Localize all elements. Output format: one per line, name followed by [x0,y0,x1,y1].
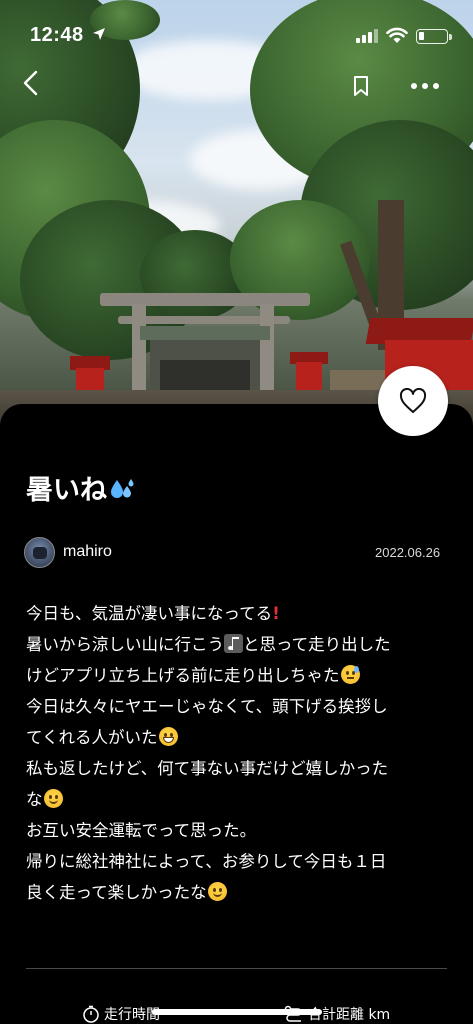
body-line: 暑いから涼しい山に行こう と思って走り出した [26,634,391,654]
like-button[interactable] [378,366,448,436]
stopwatch-icon [83,1005,99,1023]
bookmark-icon [354,76,368,96]
body-line: けどアプリ立ち上げる前に走り出しちゃた [26,660,454,691]
home-indicator[interactable] [152,1009,322,1015]
body-line: 今日も、気温が凄い事になってる! [26,604,280,623]
author-name[interactable]: mahiro [63,543,112,561]
sweat-smile-emoji-icon [340,665,360,684]
body-line: な [26,784,454,815]
post-date: 2022.06.26 [375,545,441,560]
section-divider [26,968,447,969]
location-arrow-icon [93,28,105,40]
bookmark-button[interactable] [350,74,372,98]
music-note-icon [224,634,243,653]
body-line: 良く走って楽しかったな [26,877,454,908]
smile-emoji-icon [207,882,227,901]
body-line: てくれる人がいた [26,722,454,753]
battery-icon [416,29,448,44]
smile-emoji-icon [43,789,63,808]
wifi-icon [386,27,408,43]
chevron-left-icon [23,70,38,96]
body-line: お互い安全運転でって思った。 [26,821,257,840]
sweat-droplets-icon [111,479,134,498]
status-bar: 12:48 [0,0,473,56]
author-avatar[interactable] [24,537,55,568]
hero-photo [0,0,473,430]
post-body: 今日も、気温が凄い事になってる! 暑いから涼しい山に行こう と思って走り出した け… [26,598,454,908]
back-button[interactable] [14,66,48,100]
body-line: 私も返したけど、何て事ない事だけど嬉しかった [26,759,389,778]
body-line: 今日は久々にヤエーじゃなくて、頭下げる挨拶し [26,697,388,716]
post-title: 暑いね [26,468,135,507]
heart-icon [399,388,427,413]
more-horizontal-icon [411,83,439,89]
battery-level-fill [419,32,424,40]
body-line: 帰りに総社神社によって、お参りして今日も１日 [26,852,387,871]
more-options-button[interactable] [408,78,442,94]
exclamation-icon: ! [272,604,280,623]
status-time: 12:48 [30,24,84,46]
stat-run-time: 走行時間 [82,1004,160,1024]
cellular-signal-icon [356,29,378,43]
grin-emoji-icon [158,727,178,746]
post-title-text: 暑いね [26,475,107,506]
